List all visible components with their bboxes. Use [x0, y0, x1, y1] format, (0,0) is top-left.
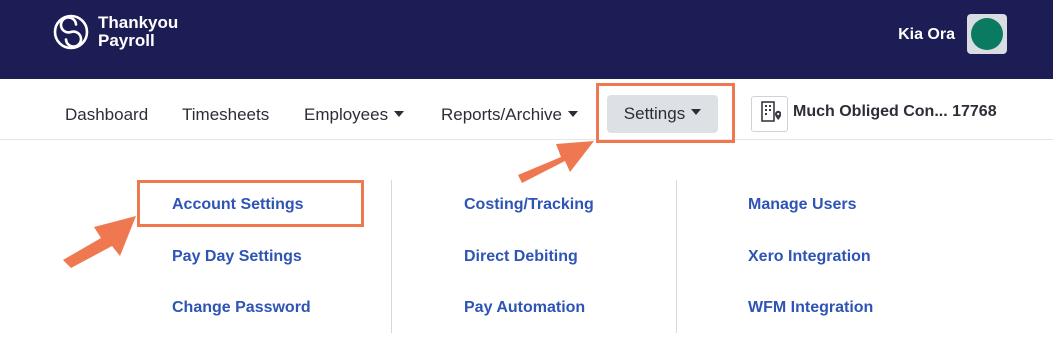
settings-highlight-box: [596, 83, 735, 143]
menu-divider: [391, 180, 392, 333]
annotation-arrow-icon: [63, 216, 136, 268]
menu-xero-integration[interactable]: Xero Integration: [748, 248, 871, 266]
nav-employees[interactable]: Employees: [304, 105, 405, 125]
account-settings-highlight-box: [137, 180, 364, 227]
menu-divider: [676, 180, 677, 333]
menu-pay-automation[interactable]: Pay Automation: [464, 299, 585, 317]
thankyou-payroll-logo-icon: [52, 13, 90, 51]
nav-timesheets[interactable]: Timesheets: [182, 105, 269, 125]
brand-name-line2: Payroll: [98, 31, 155, 50]
company-name[interactable]: Much Obliged Con... 17768: [793, 103, 997, 121]
company-switcher-button[interactable]: [751, 96, 788, 132]
brand-name-line1: Thankyou: [98, 13, 179, 32]
nav-reports-label: Reports/Archive: [441, 105, 562, 124]
menu-manage-users[interactable]: Manage Users: [748, 196, 857, 214]
menu-costing-tracking[interactable]: Costing/Tracking: [464, 196, 594, 214]
menu-direct-debiting[interactable]: Direct Debiting: [464, 248, 578, 266]
building-location-icon: [759, 100, 781, 129]
menu-pay-day-settings[interactable]: Pay Day Settings: [172, 248, 302, 266]
annotation-arrow-icon: [518, 141, 594, 183]
nav-employees-label: Employees: [304, 105, 389, 124]
caret-down-icon: [394, 110, 405, 117]
top-header: Thankyou Payroll Kia Ora: [0, 0, 1053, 79]
nav-dashboard[interactable]: Dashboard: [65, 105, 148, 125]
greeting-text: Kia Ora: [898, 26, 955, 43]
menu-change-password[interactable]: Change Password: [172, 299, 311, 317]
brand-logo[interactable]: Thankyou Payroll: [52, 13, 178, 51]
caret-down-icon: [567, 110, 578, 117]
menu-wfm-integration[interactable]: WFM Integration: [748, 299, 873, 317]
user-avatar-button[interactable]: [967, 14, 1007, 54]
nav-reports-archive[interactable]: Reports/Archive: [441, 105, 578, 125]
avatar: [971, 18, 1003, 50]
